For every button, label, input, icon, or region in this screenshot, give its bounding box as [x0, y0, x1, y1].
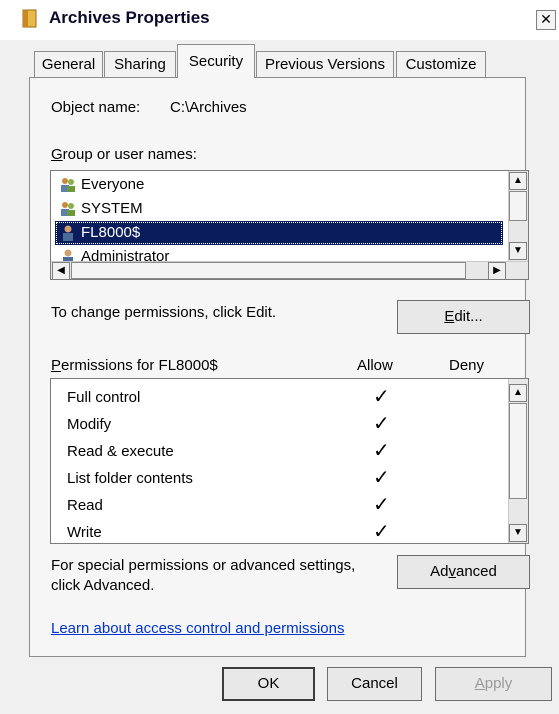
permission-row: List folder contents ✓	[67, 465, 522, 492]
list-item-fl8000[interactable]: FL8000$	[55, 221, 503, 245]
title-bar[interactable]: Archives Properties ✕	[0, 0, 559, 40]
user-list-vscrollbar[interactable]: ▲ ▼	[508, 171, 528, 261]
scroll-thumb[interactable]	[509, 191, 527, 221]
scroll-thumb-horizontal[interactable]	[71, 262, 466, 279]
group-icon	[61, 178, 75, 192]
user-list[interactable]: Everyone SYSTEM FL8000$ Administrator ▲ …	[50, 170, 529, 280]
advanced-button[interactable]: Advanced	[397, 555, 530, 589]
check-icon: ✓	[373, 413, 390, 435]
apply-button[interactable]: Apply	[435, 667, 552, 701]
deny-column-header: Deny	[449, 357, 485, 374]
scroll-up-icon[interactable]: ▲	[509, 384, 527, 402]
permission-row: Modify ✓	[67, 411, 522, 438]
permissions-list: Full control ✓ Modify ✓ Read & execute ✓ Li…	[50, 378, 529, 544]
folder-icon	[22, 9, 37, 28]
close-button[interactable]: ✕	[536, 10, 556, 30]
scroll-down-icon[interactable]: ▼	[509, 524, 527, 542]
scroll-right-icon[interactable]: ▶	[488, 262, 506, 279]
special-permissions-text-2: click Advanced.	[51, 577, 155, 594]
scroll-up-icon[interactable]: ▲	[509, 172, 527, 190]
object-name-label: Object name:	[51, 99, 141, 116]
close-icon: ✕	[540, 11, 552, 27]
user-list-hscrollbar[interactable]: ◀ ▶	[51, 261, 528, 279]
group-icon	[61, 202, 75, 216]
permissions-for-label: Permissions for FL8000$	[51, 357, 218, 374]
permission-row: Read ✓	[67, 492, 522, 519]
edit-button[interactable]: Edit...	[397, 300, 530, 334]
tab-customize[interactable]: Customize	[396, 51, 486, 77]
properties-dialog: Archives Properties ✕ General Sharing Se…	[0, 0, 559, 714]
permission-row: Read & execute ✓	[67, 438, 522, 465]
tab-general[interactable]: General	[34, 51, 103, 77]
tab-sharing[interactable]: Sharing	[104, 51, 176, 77]
tab-previous-versions[interactable]: Previous Versions	[256, 51, 394, 77]
learn-access-control-link[interactable]: Learn about access control and permissio…	[51, 620, 345, 637]
tab-security[interactable]: Security	[177, 44, 255, 78]
change-permissions-text: To change permissions, click Edit.	[51, 304, 277, 321]
check-icon: ✓	[373, 467, 390, 489]
permissions-vscrollbar[interactable]: ▲ ▼	[508, 379, 528, 543]
list-item-system[interactable]: SYSTEM	[55, 197, 503, 221]
cancel-button[interactable]: Cancel	[327, 667, 422, 701]
permission-row: Write ✓	[67, 519, 522, 543]
check-icon: ✓	[373, 386, 390, 408]
window-title: Archives Properties	[49, 8, 210, 27]
special-permissions-text: For special permissions or advanced sett…	[51, 557, 356, 574]
check-icon: ✓	[373, 440, 390, 462]
object-name-value: C:\Archives	[170, 99, 247, 116]
scroll-down-icon[interactable]: ▼	[509, 242, 527, 260]
check-icon: ✓	[373, 521, 390, 543]
ok-button[interactable]: OK	[222, 667, 315, 701]
scroll-thumb[interactable]	[509, 403, 527, 499]
permission-row: Full control ✓	[67, 384, 522, 411]
list-item-everyone[interactable]: Everyone	[55, 173, 503, 197]
check-icon: ✓	[373, 494, 390, 516]
allow-column-header: Allow	[357, 357, 393, 374]
group-user-names-label: Group or user names:	[51, 146, 197, 163]
scroll-left-icon[interactable]: ◀	[52, 262, 70, 279]
user-icon	[63, 225, 73, 241]
